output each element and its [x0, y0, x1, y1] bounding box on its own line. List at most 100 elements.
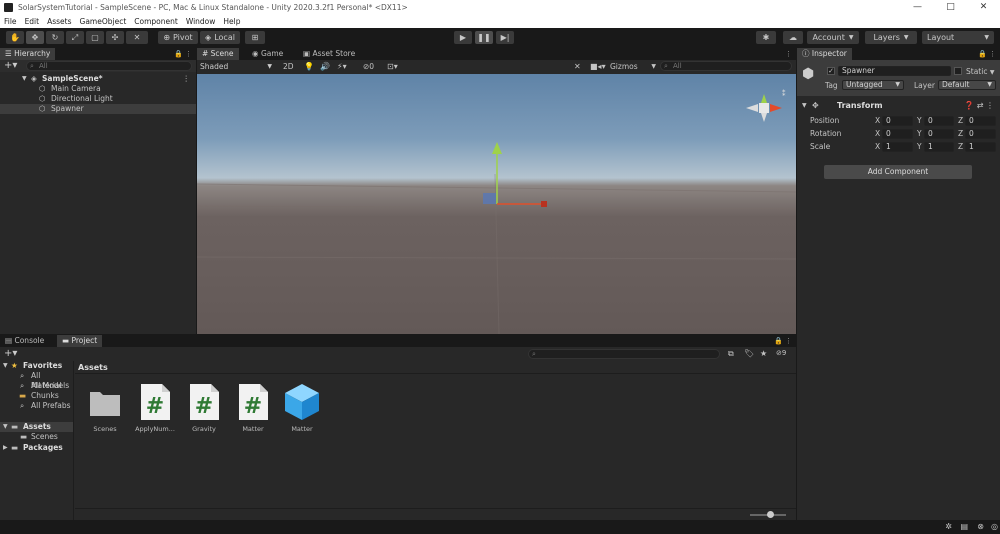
- camera-settings-icon[interactable]: ⊡▾: [387, 61, 398, 72]
- scale-y-field[interactable]: 1: [924, 142, 954, 152]
- cloud-icon[interactable]: ☁: [783, 31, 803, 44]
- active-checkbox[interactable]: ✓: [827, 67, 835, 75]
- rect-tool-icon[interactable]: ▢: [86, 31, 104, 44]
- layer-dropdown[interactable]: Default ▼: [938, 80, 996, 90]
- assets-root-item[interactable]: ▼ ▬ Assets: [0, 422, 73, 432]
- scale-tool-icon[interactable]: ⤢: [66, 31, 84, 44]
- shading-mode-dropdown[interactable]: Shaded ▼: [200, 61, 274, 72]
- move-gizmo[interactable]: [467, 140, 547, 220]
- minimize-button[interactable]: —: [901, 0, 934, 15]
- rotation-x-field[interactable]: 0: [882, 129, 913, 139]
- scene-viewport[interactable]: ⁑: [197, 74, 796, 334]
- progress-icon[interactable]: ⊗: [977, 522, 984, 531]
- hierarchy-item-spawner[interactable]: ⬡ Spawner: [0, 104, 196, 114]
- custom-tool-icon[interactable]: ✕: [126, 31, 148, 44]
- position-x-field[interactable]: 0: [882, 116, 913, 126]
- scale-x-field[interactable]: 1: [882, 142, 913, 152]
- favorite-star-icon[interactable]: ★: [760, 347, 767, 360]
- menu-component[interactable]: Component: [134, 17, 178, 26]
- add-component-button[interactable]: Add Component: [824, 165, 972, 179]
- tab-inspector[interactable]: ⓘ Inspector: [797, 48, 852, 60]
- scene-orientation-gizmo-icon[interactable]: ⁑: [742, 86, 786, 130]
- position-z-field[interactable]: 0: [965, 116, 996, 126]
- info-icon: ⓘ: [802, 49, 812, 58]
- rotation-z-field[interactable]: 0: [965, 129, 996, 139]
- icon-size-slider-thumb[interactable]: [767, 511, 774, 518]
- rotate-tool-icon[interactable]: ↻: [46, 31, 64, 44]
- transform-header[interactable]: ▼ ✥ Transform ❓ ⇄ ⋮: [797, 100, 1000, 112]
- transform-tool-icon[interactable]: ✣: [106, 31, 124, 44]
- lighting-toggle-icon[interactable]: 💡: [304, 61, 314, 72]
- tab-hierarchy[interactable]: ☰ Hierarchy: [0, 48, 56, 60]
- tools-icon[interactable]: ✕: [574, 61, 581, 72]
- tab-scene[interactable]: # Scene: [197, 48, 239, 60]
- account-dropdown[interactable]: Account ▼: [807, 31, 859, 44]
- object-name-input[interactable]: Spawner: [838, 66, 951, 76]
- menu-gameobject[interactable]: GameObject: [80, 17, 127, 26]
- menu-window[interactable]: Window: [186, 17, 216, 26]
- effects-dropdown-icon[interactable]: ⚡▾: [337, 61, 347, 72]
- favorites-header[interactable]: ▼ ★ Favorites: [0, 361, 73, 371]
- position-y-field[interactable]: 0: [924, 116, 954, 126]
- tag-dropdown[interactable]: Untagged ▼: [842, 80, 904, 90]
- assets-child-item[interactable]: ▬ Scenes: [0, 432, 73, 442]
- maximize-button[interactable]: □: [934, 0, 967, 15]
- hierarchy-search-input[interactable]: ⌕ All: [26, 61, 192, 71]
- move-tool-icon[interactable]: ✥: [26, 31, 44, 44]
- breadcrumb[interactable]: Assets: [78, 361, 108, 374]
- grid-snap-icon[interactable]: ⊞: [245, 31, 265, 44]
- panel-menu-icon[interactable]: ⋮: [785, 48, 792, 60]
- tab-asset-store[interactable]: ▣ Asset Store: [298, 48, 360, 60]
- kebab-menu-icon[interactable]: ⋮: [183, 74, 191, 84]
- tab-console[interactable]: ▤ Console: [0, 335, 49, 347]
- project-search-input[interactable]: ⌕: [528, 349, 720, 359]
- bug-icon[interactable]: ✲: [945, 522, 952, 531]
- packages-root-item[interactable]: ▶ ▬ Packages: [0, 443, 73, 453]
- favorite-item[interactable]: ▬ Chunks: [0, 391, 73, 401]
- menu-file[interactable]: File: [4, 17, 17, 26]
- tab-project[interactable]: ▬ Project: [57, 335, 103, 347]
- hierarchy-item-directional-light[interactable]: ⬡ Directional Light: [0, 94, 196, 104]
- cache-icon[interactable]: ▤: [960, 522, 968, 531]
- panel-menu-icon[interactable]: 🔒 ⋮: [978, 48, 996, 60]
- notification-icon[interactable]: ◎: [991, 522, 998, 531]
- close-button[interactable]: ✕: [967, 0, 1000, 15]
- static-checkbox[interactable]: [954, 67, 962, 75]
- favorite-item[interactable]: ⌕ All Material: [0, 371, 73, 390]
- scale-z-field[interactable]: 1: [965, 142, 996, 152]
- add-plus-icon[interactable]: +▾: [4, 347, 17, 360]
- static-dropdown[interactable]: Static ▼: [966, 67, 994, 76]
- local-toggle-button[interactable]: ◈ Local: [200, 31, 240, 44]
- menu-edit[interactable]: Edit: [25, 17, 40, 26]
- step-button[interactable]: ▶|: [496, 31, 514, 44]
- hand-tool-icon[interactable]: ✋: [6, 31, 24, 44]
- panel-menu-icon[interactable]: 🔒 ⋮: [174, 48, 192, 60]
- filter-type-icon[interactable]: ⧉: [728, 347, 734, 360]
- gizmos-dropdown[interactable]: Gizmos ▼: [610, 61, 656, 72]
- 2d-toggle-button[interactable]: 2D: [283, 61, 294, 72]
- pivot-toggle-button[interactable]: ⊕ Pivot: [158, 31, 198, 44]
- panel-menu-icon[interactable]: 🔒 ⋮: [774, 335, 792, 347]
- filter-label-icon[interactable]: 🏷: [744, 347, 754, 360]
- add-plus-icon[interactable]: +▾: [4, 60, 17, 72]
- hidden-packages-toggle[interactable]: ⊘9: [776, 347, 786, 360]
- collab-icon[interactable]: ✱: [756, 31, 776, 44]
- scene-root-item[interactable]: ▼ ◈ SampleScene* ⋮: [0, 74, 196, 84]
- menu-assets[interactable]: Assets: [47, 17, 71, 26]
- favorite-item[interactable]: ⌕ All Models: [0, 381, 73, 391]
- rotation-y-field[interactable]: 0: [924, 129, 954, 139]
- hidden-objects-toggle[interactable]: ⊘0: [363, 61, 374, 72]
- layout-dropdown[interactable]: Layout ▼: [922, 31, 994, 44]
- audio-toggle-icon[interactable]: 🔊: [320, 61, 330, 72]
- tab-game[interactable]: ◉ Game: [247, 48, 288, 60]
- play-button[interactable]: ▶: [454, 31, 472, 44]
- component-settings-icon[interactable]: ❓ ⇄ ⋮: [964, 100, 994, 112]
- pause-button[interactable]: ❚❚: [475, 31, 493, 44]
- hierarchy-item-main-camera[interactable]: ⬡ Main Camera: [0, 84, 196, 94]
- favorite-item[interactable]: ⌕ All Prefabs: [0, 401, 73, 411]
- scene-search-input[interactable]: ⌕ All: [660, 61, 792, 71]
- camera-view-icon[interactable]: ■◂▾: [590, 61, 606, 72]
- tab-console-label: Console: [14, 336, 45, 345]
- layers-dropdown[interactable]: Layers ▼: [865, 31, 917, 44]
- menu-help[interactable]: Help: [223, 17, 240, 26]
